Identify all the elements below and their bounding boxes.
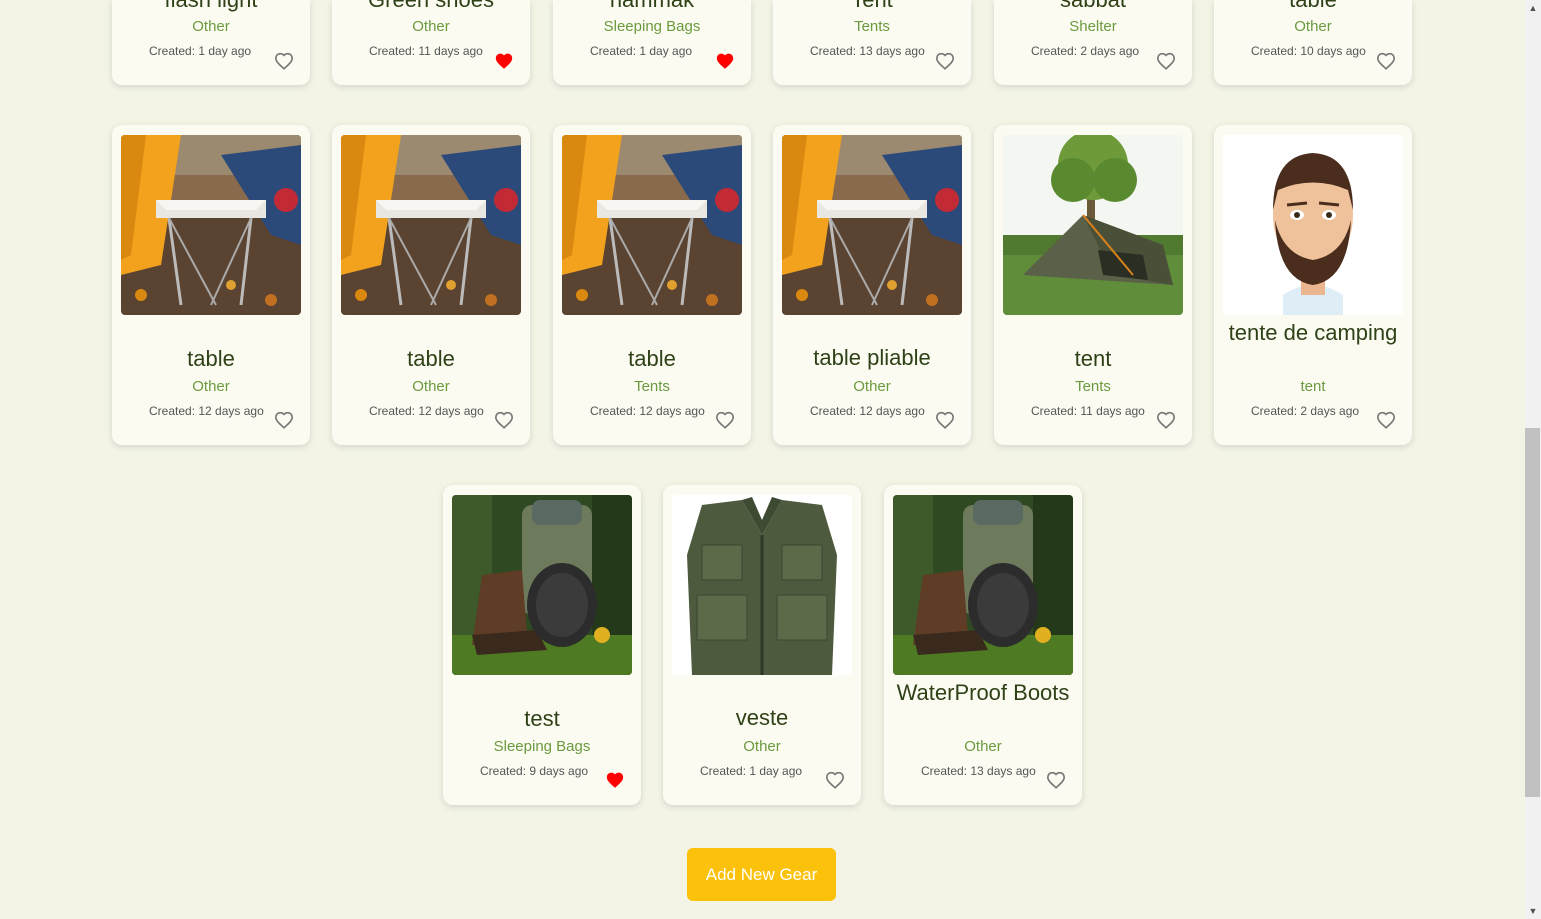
tent-image: [1003, 135, 1183, 315]
gear-name: table: [407, 346, 455, 371]
favorite-heart-icon[interactable]: [494, 52, 514, 70]
created-date: Created: 12 days ago: [590, 404, 705, 418]
gear-card[interactable]: table pliable Other Created: 12 days ago: [773, 125, 971, 445]
gear-category: Other: [853, 378, 891, 395]
gear-name: test: [524, 706, 560, 731]
created-date: Created: 10 days ago: [1251, 44, 1366, 58]
gear-category: Other: [412, 378, 450, 395]
gear-name: hammak: [559, 0, 745, 12]
created-date: Created: 1 day ago: [590, 44, 693, 58]
avatar-image: [1223, 135, 1403, 315]
created-date: Created: 2 days ago: [1031, 44, 1140, 58]
created-date: Created: 12 days ago: [369, 404, 484, 418]
favorite-heart-icon[interactable]: [1156, 52, 1176, 70]
scroll-up-icon[interactable]: ▲: [1525, 0, 1541, 16]
gear-category: Other: [192, 378, 230, 395]
gear-category: Tents: [854, 18, 890, 35]
gear-category: Other: [412, 18, 450, 35]
favorite-heart-icon[interactable]: [1156, 411, 1176, 429]
gear-name: WaterProof Boots: [896, 680, 1070, 705]
camp-table-image: [341, 135, 521, 315]
gear-name: Green shoes: [338, 0, 524, 12]
gear-card[interactable]: tent Tents Created: 11 days ago: [994, 125, 1192, 445]
favorite-heart-icon[interactable]: [935, 52, 955, 70]
created-date: Created: 11 days ago: [1031, 404, 1145, 418]
created-date: Created: 13 days ago: [810, 44, 925, 58]
favorite-heart-icon[interactable]: [274, 411, 294, 429]
gear-category: Tents: [1075, 378, 1111, 395]
camp-table-image: [121, 135, 301, 315]
boots-image: [452, 495, 632, 675]
gear-category: tent: [1300, 378, 1326, 395]
favorite-heart-icon[interactable]: [1376, 52, 1396, 70]
gear-category: Sleeping Bags: [603, 18, 701, 35]
gear-card[interactable]: test Sleeping Bags Created: 9 days ago: [443, 485, 641, 805]
scroll-down-icon[interactable]: ▼: [1525, 903, 1541, 919]
gear-name: veste: [735, 705, 789, 730]
created-date: Created: 1 day ago: [700, 764, 803, 778]
vest-image: [672, 495, 852, 675]
gear-card[interactable]: table Other Created: 10 days ago: [1214, 0, 1412, 85]
gear-category: Other: [964, 738, 1002, 755]
gear-card[interactable]: hammak Sleeping Bags Created: 1 day ago: [553, 0, 751, 85]
gear-category: Other: [192, 18, 230, 35]
gear-card[interactable]: tente de camping tent Created: 2 days ag…: [1214, 125, 1412, 445]
favorite-heart-icon[interactable]: [1376, 411, 1396, 429]
created-date: Created: 12 days ago: [810, 404, 925, 418]
gear-card[interactable]: sabbat Shelter Created: 2 days ago: [994, 0, 1192, 85]
gear-category: Shelter: [1069, 18, 1117, 35]
gear-name: tent: [1074, 346, 1112, 371]
gear-category: Sleeping Bags: [493, 738, 591, 755]
favorite-heart-icon[interactable]: [494, 411, 514, 429]
created-date: Created: 1 day ago: [149, 44, 252, 58]
boots-image: [893, 495, 1073, 675]
add-new-gear-button[interactable]: Add New Gear: [687, 848, 836, 901]
scrollbar-thumb[interactable]: [1525, 428, 1540, 797]
gear-name: sabbat: [1000, 0, 1186, 12]
gear-card[interactable]: Green shoes Other Created: 11 days ago: [332, 0, 530, 85]
gear-grid: flash light Other Created: 1 day ago Gre…: [0, 0, 1525, 919]
created-date: Created: 12 days ago: [149, 404, 264, 418]
favorite-heart-icon[interactable]: [825, 771, 845, 789]
created-date: Created: 11 days ago: [369, 44, 483, 58]
created-date: Created: 9 days ago: [480, 764, 589, 778]
created-date: Created: 13 days ago: [921, 764, 1036, 778]
gear-name: table: [187, 346, 235, 371]
favorite-heart-icon[interactable]: [605, 771, 625, 789]
gear-card[interactable]: Tent Tents Created: 13 days ago: [773, 0, 971, 85]
gear-category: Tents: [634, 378, 670, 395]
gear-name: tente de camping: [1228, 320, 1398, 345]
gear-card[interactable]: table Tents Created: 12 days ago: [553, 125, 751, 445]
gear-category: Other: [1294, 18, 1332, 35]
camp-table-image: [782, 135, 962, 315]
gear-name: flash light: [118, 0, 304, 12]
gear-card[interactable]: table Other Created: 12 days ago: [332, 125, 530, 445]
gear-card[interactable]: veste Other Created: 1 day ago: [663, 485, 861, 805]
favorite-heart-icon[interactable]: [715, 52, 735, 70]
gear-category: Other: [743, 738, 781, 755]
gear-card[interactable]: flash light Other Created: 1 day ago: [112, 0, 310, 85]
favorite-heart-icon[interactable]: [935, 411, 955, 429]
gear-card[interactable]: table Other Created: 12 days ago: [112, 125, 310, 445]
gear-name: table pliable: [813, 345, 931, 370]
gear-name: table: [628, 346, 676, 371]
gear-name: Tent: [779, 0, 965, 12]
camp-table-image: [562, 135, 742, 315]
favorite-heart-icon[interactable]: [715, 411, 735, 429]
favorite-heart-icon[interactable]: [274, 52, 294, 70]
gear-card[interactable]: WaterProof Boots Other Created: 13 days …: [884, 485, 1082, 805]
favorite-heart-icon[interactable]: [1046, 771, 1066, 789]
created-date: Created: 2 days ago: [1251, 404, 1360, 418]
gear-name: table: [1220, 0, 1406, 12]
